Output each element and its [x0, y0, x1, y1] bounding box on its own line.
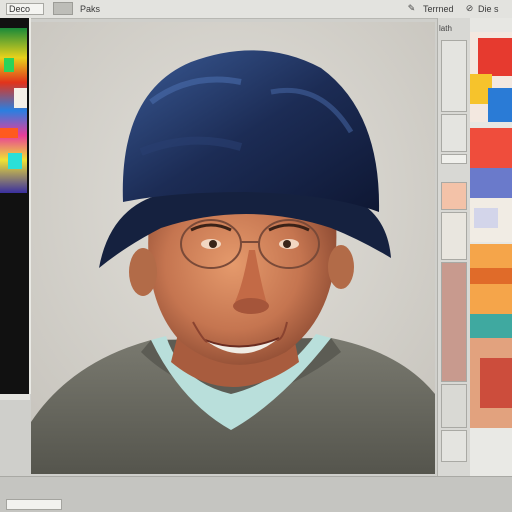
left-swatch-panel: [0, 18, 31, 394]
toolbar-right-label-2[interactable]: Die s: [478, 3, 499, 15]
brush-icon[interactable]: ✎: [406, 3, 417, 14]
color-swatch-skin[interactable]: [441, 182, 467, 210]
color-picker-button[interactable]: [53, 2, 73, 15]
color-swatch-rose[interactable]: [441, 262, 467, 382]
portrait-painting: [31, 22, 435, 474]
left-panel-footer: [0, 394, 30, 400]
tool-slot-3[interactable]: [441, 384, 467, 428]
tool-slot-2[interactable]: [441, 114, 467, 152]
tool-column-label: lath: [439, 24, 452, 33]
paint-app-window: Deco Paks ✎ Terrned ⊘ Die s lath: [0, 0, 512, 512]
drawing-canvas[interactable]: [31, 22, 435, 474]
toolbar-right-label-1[interactable]: Terrned: [423, 3, 454, 15]
swatch-strip[interactable]: [0, 18, 27, 218]
eyedropper-icon[interactable]: ⊘: [464, 3, 475, 14]
tool-column: [437, 18, 470, 476]
status-bar: [0, 476, 512, 512]
top-toolbar: Deco Paks ✎ Terrned ⊘ Die s: [0, 0, 512, 19]
status-field[interactable]: [6, 499, 62, 510]
tool-slot-4[interactable]: [441, 430, 467, 462]
color-palette-panel: [470, 18, 512, 476]
color-swatch-light[interactable]: [441, 212, 467, 260]
tool-slot-1[interactable]: [441, 40, 467, 112]
color-palette[interactable]: [470, 18, 512, 476]
menu-label[interactable]: Paks: [80, 3, 100, 15]
document-name-field[interactable]: Deco: [6, 3, 44, 15]
zoom-icon[interactable]: [441, 154, 467, 164]
